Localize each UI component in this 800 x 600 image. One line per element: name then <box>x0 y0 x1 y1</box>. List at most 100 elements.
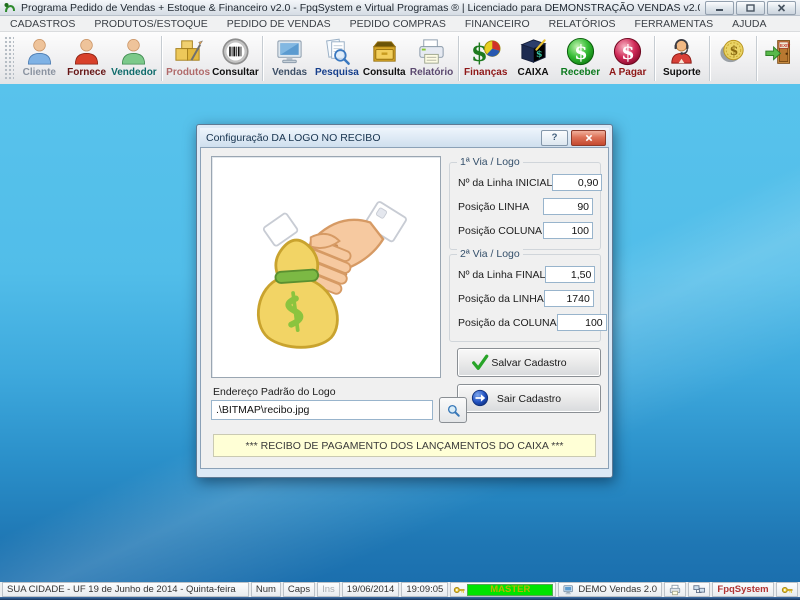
svg-text:$: $ <box>621 40 634 63</box>
toolbar-button-caixa[interactable]: $ CAIXA <box>509 33 556 84</box>
exit-dialog-button[interactable]: Sair Cadastro <box>457 384 601 413</box>
menu-pedido-de-vendas[interactable]: PEDIDO DE VENDAS <box>227 18 331 30</box>
toolbar-button-coin[interactable]: $ <box>712 33 752 84</box>
toolbar-separator <box>709 36 710 81</box>
window-title: Programa Pedido de Vendas + Estoque & Fi… <box>21 2 700 14</box>
menu-ajuda[interactable]: AJUDA <box>732 18 766 30</box>
logo-preview-panel <box>211 156 441 378</box>
close-button[interactable] <box>767 1 796 15</box>
logo-path-label: Endereço Padrão do Logo <box>213 386 336 398</box>
app-icon <box>4 2 16 14</box>
linha-final-input[interactable] <box>545 266 595 283</box>
dialog-titlebar[interactable]: Configuração DA LOGO NO RECIBO ? <box>200 128 609 147</box>
toolbar-button-label: Finanças <box>464 67 507 78</box>
toolbar-button-consulta[interactable]: Consulta <box>361 33 408 84</box>
app-mini-icon <box>563 584 575 596</box>
posicao-linha-input[interactable] <box>543 198 593 215</box>
statusbar: SUA CIDADE - UF 19 de Junho de 2014 - Qu… <box>0 582 800 597</box>
arrow-right-circle-icon <box>471 389 489 410</box>
statusbar-version-panel: DEMO Vendas 2.0 <box>558 582 662 597</box>
dialog-body: 1ª Via / Logo Nº da Linha INICIAL Posiçã… <box>200 147 609 469</box>
user-badge: MASTER <box>467 584 553 596</box>
toolbar: Cliente Fornece Vendedor Produtos Con <box>0 32 800 86</box>
toolbar-button-label: Cliente <box>23 67 56 78</box>
boxes-icon <box>173 35 204 67</box>
toolbar-button-relatorio[interactable]: Relatório <box>408 33 455 84</box>
coin-icon: $ <box>717 35 748 67</box>
toolbar-button-receber[interactable]: $ Receber <box>557 33 604 84</box>
statusbar-network-panel[interactable] <box>688 582 710 597</box>
toolbar-button-suporte[interactable]: Suporte <box>658 33 705 84</box>
client-person-icon <box>24 35 55 67</box>
dialog-close-button[interactable] <box>571 130 606 146</box>
exit-dialog-button-label: Sair Cadastro <box>497 393 561 405</box>
browse-logo-button[interactable] <box>439 397 467 423</box>
statusbar-location: SUA CIDADE - UF 19 de Junho de 2014 - Qu… <box>2 582 249 597</box>
linha-inicial-input[interactable] <box>552 174 602 191</box>
toolbar-button-label: Vendedor <box>111 67 157 78</box>
toolbar-separator <box>654 36 655 81</box>
toolbar-button-exit[interactable]: EXIT <box>760 33 800 84</box>
toolbar-button-produtos[interactable]: Produtos <box>164 33 211 84</box>
toolbar-button-a-pagar[interactable]: $ A Pagar <box>604 33 651 84</box>
key-icon <box>781 584 793 596</box>
toolbar-button-vendedor[interactable]: Vendedor <box>110 33 157 84</box>
dialog-title: Configuração DA LOGO NO RECIBO <box>206 132 538 144</box>
toolbar-separator <box>262 36 263 81</box>
posicao-da-coluna-input[interactable] <box>557 314 607 331</box>
network-icon <box>693 584 705 596</box>
toolbar-button-label: Relatório <box>410 67 453 78</box>
toolbar-button-label: Pesquisa <box>315 67 359 78</box>
toolbar-separator <box>458 36 459 81</box>
toolbar-button-label: Suporte <box>663 67 701 78</box>
menu-ferramentas[interactable]: FERRAMENTAS <box>635 18 714 30</box>
dollar-pie-icon: $ <box>470 35 501 67</box>
toolbar-button-cliente[interactable]: Cliente <box>16 33 63 84</box>
ledger-book-icon: $ <box>518 35 549 67</box>
group-title: 1ª Via / Logo <box>457 156 523 168</box>
menu-relatorios[interactable]: RELATÓRIOS <box>549 18 616 30</box>
logo-config-dialog: Configuração DA LOGO NO RECIBO ? <box>196 124 613 478</box>
logo-path-input[interactable] <box>211 400 433 420</box>
field-label-posicao-da-linha: Posição da LINHA <box>458 293 544 305</box>
save-button[interactable]: Salvar Cadastro <box>457 348 601 377</box>
toolbar-button-label: Vendas <box>272 67 307 78</box>
toolbar-button-label: Receber <box>561 67 600 78</box>
minimize-button[interactable] <box>705 1 734 15</box>
statusbar-brand: FpqSystem <box>712 582 774 597</box>
statusbar-date: 19/06/2014 <box>342 582 400 597</box>
menu-pedido-compras[interactable]: PEDIDO COMPRAS <box>350 18 446 30</box>
toolbar-button-fornece[interactable]: Fornece <box>63 33 110 84</box>
file-drawer-icon <box>369 35 400 67</box>
toolbar-separator <box>161 36 162 81</box>
toolbar-button-consultar[interactable]: Consultar <box>212 33 259 84</box>
toolbar-button-label: Fornece <box>67 67 106 78</box>
printer-icon <box>416 35 447 67</box>
key-icon <box>453 584 465 596</box>
menu-cadastros[interactable]: CADASTROS <box>10 18 75 30</box>
dialog-help-button[interactable]: ? <box>541 130 568 146</box>
support-agent-icon <box>666 35 697 67</box>
field-label-posicao-linha: Posição LINHA <box>458 201 529 213</box>
search-pages-icon <box>321 35 352 67</box>
statusbar-key-panel[interactable] <box>776 582 798 597</box>
statusbar-printer-panel[interactable] <box>664 582 686 597</box>
group-second-via: 2ª Via / Logo Nº da Linha FINAL Posição … <box>449 254 601 342</box>
toolbar-button-label: Produtos <box>166 67 210 78</box>
menu-financeiro[interactable]: FINANCEIRO <box>465 18 530 30</box>
maximize-button[interactable] <box>736 1 765 15</box>
statusbar-user-panel: MASTER <box>450 582 556 597</box>
toolbar-button-financas[interactable]: $ Finanças <box>462 33 509 84</box>
seller-person-icon <box>118 35 149 67</box>
toolbar-button-label: A Pagar <box>609 67 646 78</box>
svg-text:$: $ <box>574 40 587 63</box>
toolbar-button-vendas[interactable]: Vendas <box>266 33 313 84</box>
posicao-coluna-input[interactable] <box>543 222 593 239</box>
toolbar-gripper <box>4 36 14 81</box>
menu-produtos-estoque[interactable]: PRODUTOS/ESTOQUE <box>94 18 207 30</box>
dialog-footer-note: *** RECIBO DE PAGAMENTO DOS LANÇAMENTOS … <box>213 434 596 457</box>
menubar: CADASTROS PRODUTOS/ESTOQUE PEDIDO DE VEN… <box>0 16 800 32</box>
posicao-da-linha-input[interactable] <box>544 290 594 307</box>
toolbar-button-label: Consulta <box>363 67 406 78</box>
toolbar-button-pesquisa[interactable]: Pesquisa <box>313 33 360 84</box>
